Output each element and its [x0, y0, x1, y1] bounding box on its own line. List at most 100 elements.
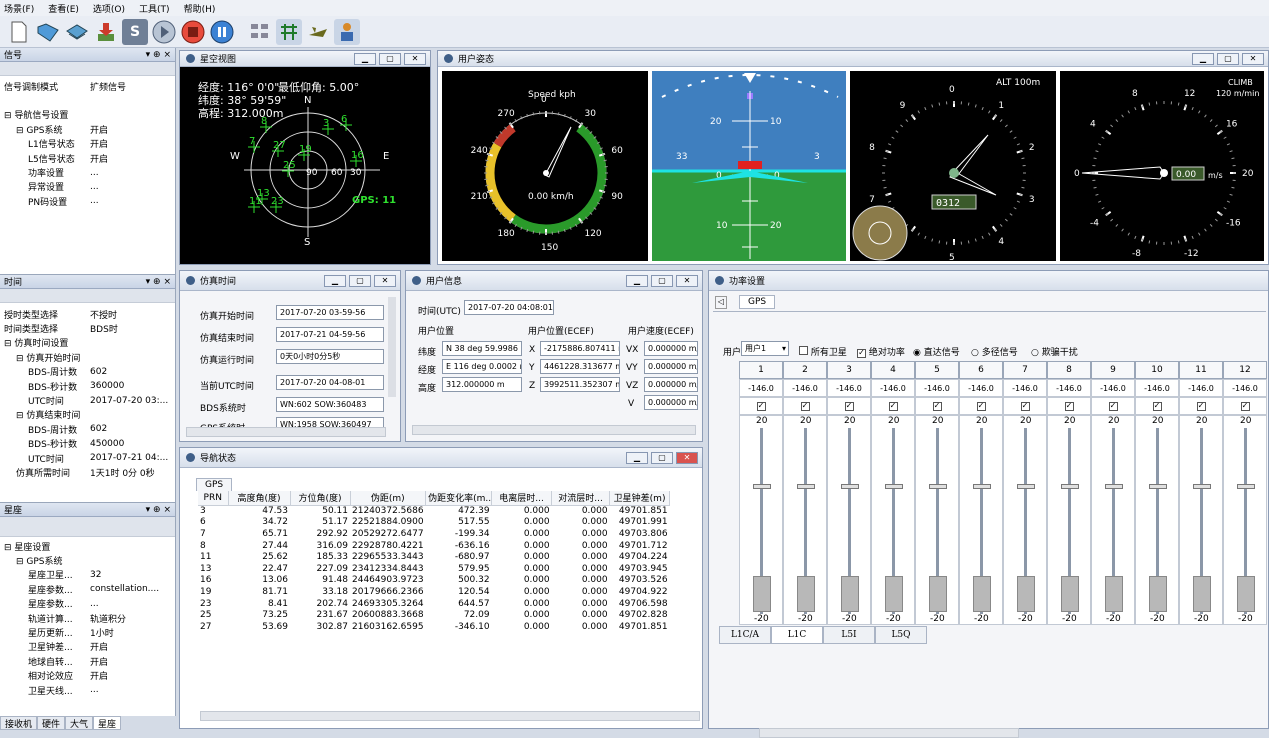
power-value-field[interactable]: -146.0	[871, 379, 915, 397]
column-header[interactable]: 方位角(度)	[290, 491, 350, 505]
power-slider[interactable]: 20-20	[1091, 415, 1135, 625]
channel-enable-checkbox[interactable]: ✓	[959, 397, 1003, 415]
tab-scroll-left[interactable]: ◁	[715, 296, 727, 309]
v-field[interactable]: 0.000000 m/s	[644, 395, 698, 410]
slider-thumb[interactable]	[1061, 484, 1079, 489]
download-icon[interactable]	[93, 19, 119, 45]
tree-row[interactable]: 相对论效应开启	[0, 669, 175, 683]
panel-controls[interactable]: ▾ ⊕ ×	[146, 505, 171, 515]
tree-row[interactable]: 信号调制模式扩频信号	[0, 79, 175, 93]
channel-enable-checkbox[interactable]: ✓	[1135, 397, 1179, 415]
tree-row[interactable]: 地球自转...开启	[0, 654, 175, 668]
tree-row[interactable]: L1信号状态开启	[0, 137, 175, 151]
table-row[interactable]: 765.71292.9220529272.6477-199.340.0000.0…	[198, 528, 670, 540]
y-field[interactable]: 4461228.313677 m	[540, 359, 620, 374]
satellite-marker[interactable]: 23	[270, 196, 284, 213]
channel-enable-checkbox[interactable]: ✓	[1047, 397, 1091, 415]
pause-icon[interactable]	[209, 19, 235, 45]
column-header[interactable]: 高度角(度)	[228, 491, 290, 505]
tree-row[interactable]: ⊟ 仿真结束时间	[0, 408, 175, 422]
slider-thumb[interactable]	[1149, 484, 1167, 489]
power-slider[interactable]: 20-20	[1003, 415, 1047, 625]
menu-item[interactable]: 帮助(H)	[184, 2, 216, 15]
channel-enable-checkbox[interactable]: ✓	[827, 397, 871, 415]
table-row[interactable]: 2753.69302.8721603162.6595-346.100.0000.…	[198, 621, 670, 633]
tree-row[interactable]: 星座参数...constellation....	[0, 582, 175, 596]
power-slider[interactable]: 20-20	[1047, 415, 1091, 625]
panel-controls[interactable]: ▾ ⊕ ×	[146, 277, 171, 287]
menu-item[interactable]: 场景(F)	[4, 2, 34, 15]
close-button[interactable]: ✕	[1242, 53, 1264, 65]
column-header[interactable]: 卫星钟差(m)	[610, 491, 670, 505]
tree-row[interactable]: 星历更新...1小时	[0, 625, 175, 639]
panel-controls[interactable]: ▾ ⊕ ×	[146, 50, 171, 60]
h-scrollbar[interactable]	[412, 425, 696, 435]
power-value-field[interactable]: -146.0	[1223, 379, 1267, 397]
slider-thumb[interactable]	[1193, 484, 1211, 489]
tree-row[interactable]: 卫星钟差...开启	[0, 640, 175, 654]
tree-row[interactable]: UTC时间2017-07-20 03:...	[0, 393, 175, 407]
power-value-field[interactable]: -146.0	[1047, 379, 1091, 397]
tree-row[interactable]: BDS-秒计数360000	[0, 379, 175, 393]
column-header[interactable]: 电离层时...	[492, 491, 552, 505]
bottom-tab[interactable]: 星座	[93, 716, 121, 730]
power-slider[interactable]: 20-20	[1223, 415, 1267, 625]
new-icon[interactable]	[6, 19, 32, 45]
power-slider[interactable]: 20-20	[827, 415, 871, 625]
power-slider[interactable]: 20-20	[739, 415, 783, 625]
minimize-button[interactable]: ▁	[324, 275, 346, 287]
grid-icon[interactable]	[247, 19, 273, 45]
tree-row[interactable]: 异常设置...	[0, 180, 175, 194]
all-sat-option[interactable]: 所有卫星	[799, 345, 847, 358]
abs-power-option[interactable]: ✓ 绝对功率	[857, 345, 905, 358]
height-field[interactable]: 312.000000 m	[442, 377, 522, 392]
slider-thumb[interactable]	[797, 484, 815, 489]
minimize-button[interactable]: ▁	[626, 275, 648, 287]
stop-icon[interactable]	[180, 19, 206, 45]
table-row[interactable]: 1322.47227.0923412334.8443579.950.0000.0…	[198, 563, 670, 575]
maximize-button[interactable]: ▢	[651, 275, 673, 287]
h-scrollbar[interactable]	[200, 711, 700, 721]
vz-field[interactable]: 0.000000 m/s	[644, 377, 698, 392]
multipath-radio[interactable]: ○ 多径信号	[971, 345, 1018, 358]
satellite-marker[interactable]: 25	[282, 160, 296, 177]
satellite-marker[interactable]: 7	[248, 136, 260, 153]
satellite-marker[interactable]: 6	[340, 114, 352, 131]
slider-thumb[interactable]	[1017, 484, 1035, 489]
bottom-tab[interactable]: 硬件	[37, 716, 65, 730]
band-tab[interactable]: L1C	[771, 626, 823, 644]
tab-gps[interactable]: GPS	[196, 478, 232, 491]
h-scrollbar[interactable]	[186, 427, 386, 437]
tree-row[interactable]: BDS-周计数602	[0, 365, 175, 379]
table-row[interactable]: 347.5350.1121240372.5686472.390.0000.000…	[198, 505, 670, 517]
minimize-button[interactable]: ▁	[354, 53, 376, 65]
plane-icon[interactable]	[305, 19, 331, 45]
close-button[interactable]: ✕	[676, 452, 698, 464]
channel-enable-checkbox[interactable]: ✓	[739, 397, 783, 415]
slider-thumb[interactable]	[973, 484, 991, 489]
tree-row[interactable]: PN码设置...	[0, 194, 175, 208]
slider-thumb[interactable]	[753, 484, 771, 489]
power-value-field[interactable]: -146.0	[1091, 379, 1135, 397]
vx-field[interactable]: 0.000000 m/s	[644, 341, 698, 356]
column-header[interactable]: 对流层时...	[552, 491, 610, 505]
tree-row[interactable]	[0, 93, 175, 107]
tree-row[interactable]: ⊟ GPS系统	[0, 553, 175, 567]
band-tab[interactable]: L5I	[823, 626, 875, 644]
sim-time-field[interactable]: 2017-07-21 04-59-56	[276, 327, 384, 342]
slider-thumb[interactable]	[1237, 484, 1255, 489]
save-icon[interactable]	[64, 19, 90, 45]
channel-enable-checkbox[interactable]: ✓	[1003, 397, 1047, 415]
satellite-marker[interactable]: 3	[322, 118, 334, 135]
power-slider[interactable]: 20-20	[1179, 415, 1223, 625]
slider-thumb[interactable]	[929, 484, 947, 489]
power-value-field[interactable]: -146.0	[1179, 379, 1223, 397]
channel-enable-checkbox[interactable]: ✓	[1179, 397, 1223, 415]
menu-item[interactable]: 查看(E)	[48, 2, 79, 15]
z-field[interactable]: 3992511.352307 m	[540, 377, 620, 392]
tree-row[interactable]: L5信号状态开启	[0, 151, 175, 165]
maximize-button[interactable]: ▢	[1217, 53, 1239, 65]
table-row[interactable]: 1125.62185.3322965533.3443-680.970.0000.…	[198, 551, 670, 563]
table-row[interactable]: 1981.7133.1820179666.2366120.540.0000.00…	[198, 586, 670, 598]
bottom-tab[interactable]: 接收机	[0, 716, 37, 730]
